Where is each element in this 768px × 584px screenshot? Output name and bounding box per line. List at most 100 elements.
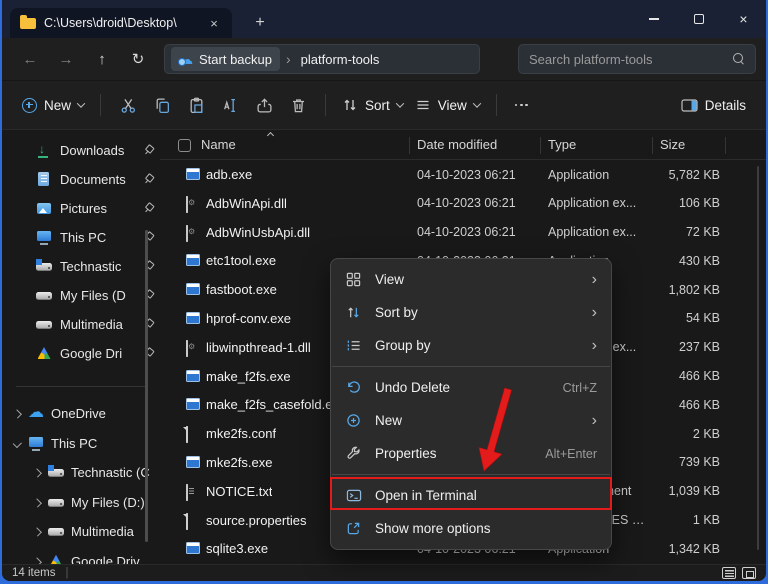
sidebar-item-documents[interactable]: Documents [2, 165, 160, 194]
chevron-right-icon[interactable] [33, 527, 42, 536]
file-icon [186, 225, 188, 242]
sidebar-item-google-drive[interactable]: Google Dri [2, 339, 160, 368]
chevron-right-icon[interactable] [33, 498, 42, 507]
chevron-right-icon[interactable] [13, 409, 22, 418]
file-row[interactable]: AdbWinUsbApi.dll04-10-2023 06:21Applicat… [160, 218, 766, 247]
submenu-arrow-icon: › [592, 305, 597, 321]
column-header-date[interactable]: Date modified [417, 137, 497, 152]
titlebar: C:\Users\droid\Desktop\ × + × [2, 0, 766, 38]
toolbar-divider [100, 94, 101, 116]
file-icon [186, 542, 200, 554]
search-box[interactable] [518, 44, 756, 74]
chevron-down-icon [77, 99, 85, 107]
chevron-down-icon [473, 99, 481, 107]
submenu-arrow-icon: › [592, 338, 597, 354]
menu-item-new[interactable]: New › [331, 404, 611, 437]
file-icon [186, 484, 188, 501]
annotation-highlight-box [330, 477, 612, 510]
menu-item-show-more-options[interactable]: Show more options [331, 512, 611, 545]
column-header-type[interactable]: Type [548, 137, 576, 152]
sidebar-item-technastic[interactable]: Technastic [2, 252, 160, 281]
folder-icon [20, 18, 36, 29]
copy-button[interactable] [145, 88, 179, 122]
column-divider[interactable] [652, 137, 653, 154]
chevron-down-icon[interactable] [13, 439, 22, 448]
sort-button[interactable]: Sort [336, 88, 409, 122]
sidebar-tree-technastic[interactable]: Technastic (C [2, 458, 160, 488]
sidebar-tree-my-files[interactable]: My Files (D:) [2, 488, 160, 518]
toolbar-divider [325, 94, 326, 116]
menu-shortcut: Ctrl+Z [563, 381, 597, 395]
maximize-button[interactable] [676, 0, 721, 38]
paste-button[interactable] [179, 88, 213, 122]
more-options-button[interactable] [507, 104, 536, 107]
pictures-icon [36, 201, 52, 216]
menu-item-view[interactable]: View › [331, 263, 611, 296]
search-input[interactable] [529, 52, 733, 67]
explorer-tab[interactable]: C:\Users\droid\Desktop\ × [10, 8, 232, 38]
refresh-button[interactable]: ↻ [120, 44, 156, 74]
forward-button[interactable]: → [48, 44, 84, 74]
file-list-scrollbar[interactable] [757, 166, 759, 550]
menu-item-properties[interactable]: Properties Alt+Enter [331, 437, 611, 470]
sidebar-tree-onedrive[interactable]: ☁ OneDrive [2, 399, 160, 429]
file-icon [186, 340, 188, 357]
tab-close-icon[interactable]: × [206, 16, 222, 31]
file-icon [186, 426, 188, 443]
sort-arrows-icon [342, 97, 358, 113]
sidebar-item-downloads[interactable]: Downloads [2, 136, 160, 165]
sidebar-item-this-pc[interactable]: This PC [2, 223, 160, 252]
sidebar-tree-multimedia[interactable]: Multimedia [2, 517, 160, 547]
view-button[interactable]: View [409, 88, 486, 122]
menu-item-group-by[interactable]: Group by › [331, 329, 611, 362]
new-tab-button[interactable]: + [246, 8, 274, 38]
details-button[interactable]: Details [675, 88, 752, 122]
column-header-size[interactable]: Size [660, 137, 685, 152]
sidebar: Downloads Documents Pictures This PC Tec [2, 130, 160, 564]
sidebar-scrollbar[interactable] [145, 230, 148, 542]
submenu-arrow-icon: › [592, 272, 597, 288]
downloads-icon [36, 143, 52, 158]
new-button[interactable]: New [16, 88, 90, 122]
large-thumbnails-toggle-icon[interactable] [742, 567, 756, 579]
rename-icon [222, 97, 239, 114]
sidebar-item-pictures[interactable]: Pictures [2, 194, 160, 223]
column-divider[interactable] [409, 137, 410, 154]
show-more-icon [346, 521, 361, 536]
breadcrumb-root[interactable]: ☁ Start backup [171, 47, 280, 71]
chevron-right-icon[interactable] [33, 557, 42, 564]
navigation-bar: ← → ↑ ↻ ☁ Start backup › platform-tools [2, 38, 766, 80]
sidebar-tree-google-drive[interactable]: Google Driv [2, 547, 160, 565]
menu-divider [332, 474, 610, 475]
breadcrumb-current[interactable]: platform-tools [297, 52, 380, 67]
sidebar-item-multimedia[interactable]: Multimedia [2, 310, 160, 339]
drive-icon [36, 288, 52, 303]
address-bar[interactable]: ☁ Start backup › platform-tools [164, 44, 480, 74]
chevron-right-icon[interactable] [33, 468, 42, 477]
sidebar-tree-this-pc[interactable]: This PC [2, 429, 160, 459]
documents-icon [36, 172, 52, 187]
paste-icon [188, 97, 205, 114]
up-button[interactable]: ↑ [84, 44, 120, 74]
cut-button[interactable] [111, 88, 145, 122]
details-view-toggle-icon[interactable] [722, 567, 736, 579]
chevron-down-icon [396, 99, 404, 107]
monitor-icon [36, 230, 52, 245]
file-row[interactable]: AdbWinApi.dll04-10-2023 06:21Application… [160, 189, 766, 218]
minimize-button[interactable] [631, 0, 676, 38]
select-all-checkbox[interactable] [178, 139, 191, 152]
back-button[interactable]: ← [12, 44, 48, 74]
plus-circle-icon [22, 98, 37, 113]
delete-button[interactable] [281, 88, 315, 122]
share-button[interactable] [247, 88, 281, 122]
column-divider[interactable] [725, 137, 726, 154]
sidebar-item-my-files[interactable]: My Files (D [2, 281, 160, 310]
column-header-name[interactable]: Name [201, 137, 236, 152]
menu-item-undo-delete[interactable]: Undo Delete Ctrl+Z [331, 371, 611, 404]
file-row[interactable]: adb.exe04-10-2023 06:21Application5,782 … [160, 160, 766, 189]
google-drive-icon [36, 346, 52, 361]
rename-button[interactable] [213, 88, 247, 122]
column-divider[interactable] [540, 137, 541, 154]
close-button[interactable]: × [721, 0, 766, 38]
menu-item-sort-by[interactable]: Sort by › [331, 296, 611, 329]
